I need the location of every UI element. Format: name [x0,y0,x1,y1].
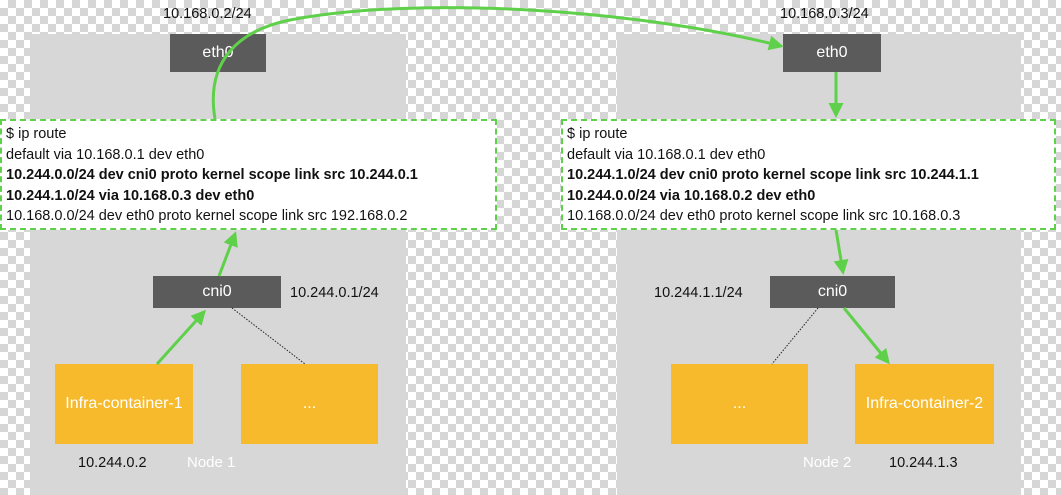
connector-layer [155,6,890,366]
arrow-container1-to-cni0 [155,309,207,366]
node2-dotted-link [771,307,819,365]
arrow-cni0-to-route1 [217,231,238,277]
arrow-route1-to-eth0-node2 [211,6,784,120]
arrow-route2-to-cni0 [833,229,849,275]
node1-dotted-link [231,307,306,365]
arrow-cni0-to-container2 [842,307,890,365]
